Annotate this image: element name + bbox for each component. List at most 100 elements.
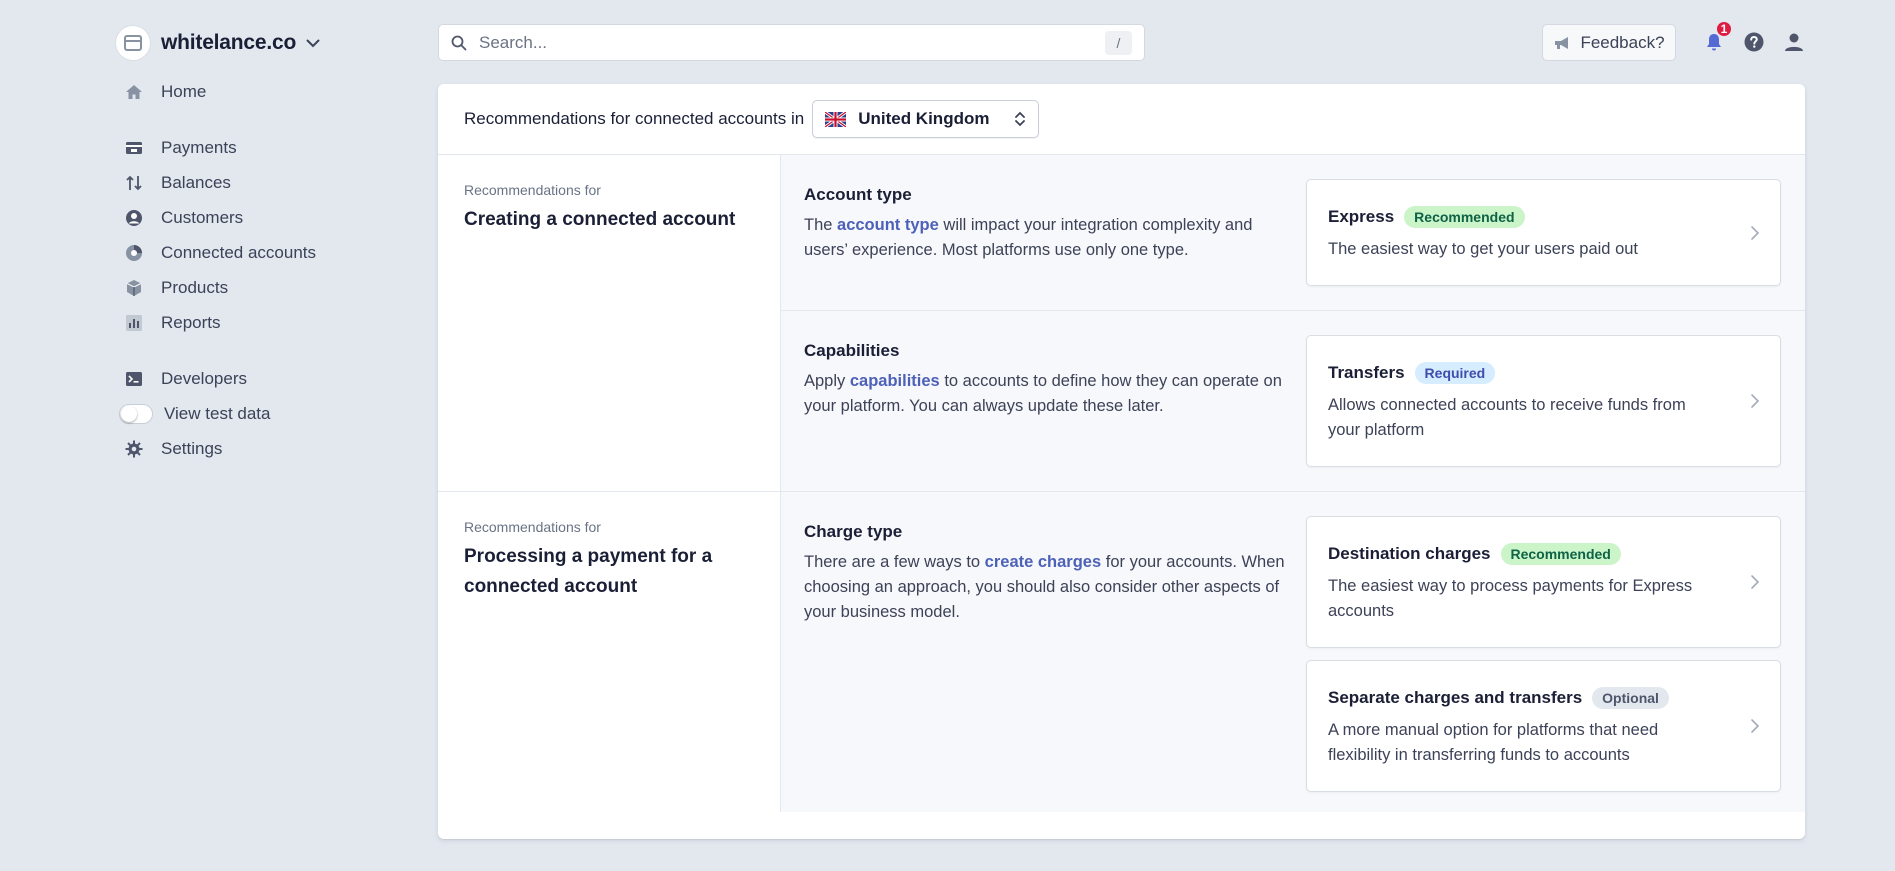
sidebar-item-developers[interactable]: Developers <box>116 361 396 396</box>
option-description: The easiest way to process payments for … <box>1328 577 1693 620</box>
options: Destination charges Recommended The easi… <box>1306 516 1781 792</box>
section-rows: Charge type There are a few ways to crea… <box>781 492 1805 812</box>
country-label: United Kingdom <box>858 109 990 128</box>
recommended-badge: Recommended <box>1500 543 1621 565</box>
section-processing-payment: Recommendations for Processing a payment… <box>438 492 1805 812</box>
row-title: Capabilities <box>804 341 900 360</box>
sidebar-item-label: Reports <box>161 312 221 332</box>
sidebar-item-label: Balances <box>161 172 231 192</box>
sidebar-item-customers[interactable]: Customers <box>116 200 396 235</box>
optional-badge: Optional <box>1592 687 1669 709</box>
option-title: Transfers <box>1328 363 1405 382</box>
recommendations-card: Recommendations for connected accounts i… <box>438 84 1805 839</box>
chevron-right-icon <box>1750 718 1760 734</box>
connected-accounts-icon <box>122 241 146 265</box>
row-text: Charge type There are a few ways to crea… <box>804 516 1306 792</box>
row-capabilities: Capabilities Apply capabilities to accou… <box>781 311 1805 491</box>
uk-flag-icon <box>825 111 847 127</box>
sidebar: whitelance.co Home Payments Balances Cus… <box>116 24 396 487</box>
section-creating-account: Recommendations for Creating a connected… <box>438 155 1805 492</box>
search-shortcut-key: / <box>1105 30 1132 55</box>
section-title: Processing a payment for a connected acc… <box>464 546 713 597</box>
account-type-link[interactable]: account type <box>837 216 939 234</box>
option-transfers[interactable]: Transfers Required Allows connected acco… <box>1306 335 1781 467</box>
row-title: Account type <box>804 185 912 204</box>
payments-icon <box>122 136 146 160</box>
feedback-button[interactable]: Feedback? <box>1542 24 1676 61</box>
sidebar-item-products[interactable]: Products <box>116 270 396 305</box>
products-icon <box>122 276 146 300</box>
country-select[interactable]: United Kingdom <box>812 100 1040 138</box>
profile-button[interactable] <box>1782 30 1806 54</box>
notification-badge: 1 <box>1715 20 1733 38</box>
header-label: Recommendations for connected accounts i… <box>464 109 805 128</box>
balances-icon <box>122 171 146 195</box>
chevron-down-icon <box>306 39 320 48</box>
chevron-right-icon <box>1750 393 1760 409</box>
test-data-toggle[interactable] <box>119 403 153 424</box>
option-title: Separate charges and transfers <box>1328 688 1583 707</box>
store-icon <box>116 26 150 60</box>
section-title: Creating a connected account <box>464 209 736 230</box>
section-rows: Account type The account type will impac… <box>781 155 1805 491</box>
row-charge-type: Charge type There are a few ways to crea… <box>781 492 1805 812</box>
section-heading: Recommendations for Processing a payment… <box>438 492 781 812</box>
sidebar-item-label: Customers <box>161 207 244 227</box>
row-account-type: Account type The account type will impac… <box>781 155 1805 311</box>
search-bar[interactable]: / <box>438 24 1145 61</box>
search-input[interactable] <box>479 32 1105 53</box>
create-charges-link[interactable]: create charges <box>985 553 1102 571</box>
row-text: Account type The account type will impac… <box>804 179 1306 286</box>
user-icon <box>1784 32 1804 52</box>
section-heading: Recommendations for Creating a connected… <box>438 155 781 491</box>
sidebar-item-connected-accounts[interactable]: Connected accounts <box>116 235 396 270</box>
select-arrows-icon <box>1014 110 1026 128</box>
sidebar-item-label: View test data <box>164 403 271 423</box>
gear-icon <box>122 437 146 461</box>
option-destination-charges[interactable]: Destination charges Recommended The easi… <box>1306 516 1781 648</box>
row-description: The account type will impact your integr… <box>804 216 1253 259</box>
sidebar-item-label: Settings <box>161 438 223 458</box>
recommended-badge: Recommended <box>1404 206 1525 228</box>
sidebar-item-label: Connected accounts <box>161 242 316 262</box>
row-text: Capabilities Apply capabilities to accou… <box>804 335 1306 467</box>
terminal-icon <box>122 367 146 391</box>
sidebar-item-home[interactable]: Home <box>116 74 396 109</box>
sidebar-item-settings[interactable]: Settings <box>116 431 396 466</box>
option-title: Destination charges <box>1328 544 1491 563</box>
row-title: Charge type <box>804 522 903 541</box>
required-badge: Required <box>1414 362 1496 384</box>
capabilities-link[interactable]: capabilities <box>850 372 940 390</box>
sidebar-item-balances[interactable]: Balances <box>116 165 396 200</box>
sidebar-item-view-test-data[interactable]: View test data <box>116 396 396 431</box>
megaphone-icon <box>1553 35 1571 51</box>
sidebar-item-reports[interactable]: Reports <box>116 305 396 340</box>
account-name: whitelance.co <box>161 31 297 54</box>
chevron-right-icon <box>1750 225 1760 241</box>
chevron-right-icon <box>1750 574 1760 590</box>
sidebar-nav: Home Payments Balances Customers Connect… <box>116 74 396 466</box>
row-description: Apply capabilities to accounts to define… <box>804 372 1282 415</box>
options: Express Recommended The easiest way to g… <box>1306 179 1781 286</box>
row-description: There are a few ways to create charges f… <box>804 553 1285 621</box>
section-kicker: Recommendations for <box>464 519 601 535</box>
sidebar-item-label: Developers <box>161 368 247 388</box>
account-switcher[interactable]: whitelance.co <box>116 24 396 62</box>
sidebar-item-label: Products <box>161 277 229 297</box>
feedback-label: Feedback? <box>1580 32 1665 52</box>
reports-icon <box>122 311 146 335</box>
card-header: Recommendations for connected accounts i… <box>438 84 1805 155</box>
option-express[interactable]: Express Recommended The easiest way to g… <box>1306 179 1781 286</box>
section-kicker: Recommendations for <box>464 182 601 198</box>
options: Transfers Required Allows connected acco… <box>1306 335 1781 467</box>
sidebar-item-payments[interactable]: Payments <box>116 130 396 165</box>
option-description: Allows connected accounts to receive fun… <box>1328 396 1686 439</box>
help-button[interactable] <box>1742 30 1766 54</box>
customers-icon <box>122 206 146 230</box>
search-icon <box>451 34 469 52</box>
help-icon <box>1744 32 1764 52</box>
toggle-knob <box>121 405 137 422</box>
option-separate-charges[interactable]: Separate charges and transfers Optional … <box>1306 660 1781 792</box>
sidebar-item-label: Home <box>161 81 207 101</box>
option-description: A more manual option for platforms that … <box>1328 721 1659 764</box>
